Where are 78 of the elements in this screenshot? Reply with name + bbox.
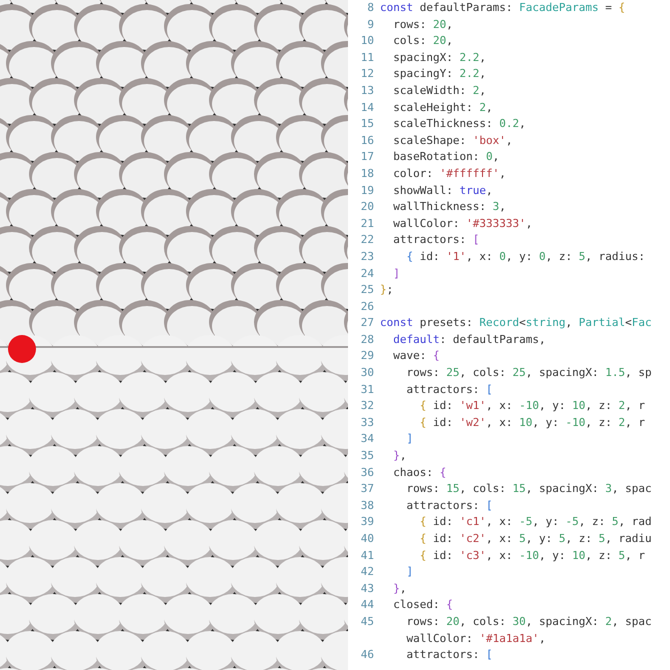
code-line: { id: 'c3', x: -10, y: 10, z: 5, r — [418, 548, 645, 564]
line-number: 13 — [360, 82, 375, 99]
code-line: closed: { — [392, 597, 453, 614]
code-line: attractors: [ — [405, 382, 493, 398]
line-number: 10 — [360, 33, 375, 50]
line-number: 35 — [360, 448, 375, 464]
code-line: showWall: true, — [392, 182, 493, 199]
code-line: baseRotation: 0, — [392, 149, 500, 166]
code-line: rows: 25, cols: 25, spacingX: 1.5, sp — [405, 365, 652, 382]
line-number: 16 — [360, 132, 375, 149]
code-line: { id: '1', x: 0, y: 0, z: 5, radius: — [405, 248, 645, 265]
code-line: attractors: [ — [392, 232, 480, 248]
line-number: 32 — [360, 398, 375, 414]
code-line: scaleThickness: 0.2, — [392, 116, 526, 132]
line-number: 8 — [366, 0, 375, 16]
code-line: scaleWidth: 2, — [392, 82, 486, 99]
line-number: 36 — [360, 464, 375, 481]
line-number: 18 — [360, 166, 375, 182]
line-number: 12 — [360, 66, 375, 82]
line-number: 20 — [360, 199, 375, 216]
code-line: scaleHeight: 2, — [392, 100, 493, 116]
line-number: 9 — [366, 16, 375, 33]
line-number: 44 — [360, 597, 375, 614]
line-number: 23 — [360, 248, 375, 265]
code-line: rows: 20, cols: 30, spacingX: 2, spac — [405, 614, 652, 630]
code-line: cols: 20, — [392, 33, 453, 50]
code-line: wallColor: '#333333', — [392, 216, 532, 232]
line-number: 42 — [360, 564, 375, 580]
code-line: }, — [392, 448, 406, 464]
line-number: 17 — [360, 149, 375, 166]
line-number: 27 — [360, 315, 375, 332]
line-number: 22 — [360, 232, 375, 248]
code-line: const defaultParams: FacadeParams = { — [380, 0, 626, 16]
line-number: 43 — [360, 580, 375, 597]
code-line: scaleShape: 'box', — [392, 132, 512, 149]
code-line: ] — [392, 266, 400, 282]
code-line: wallColor: '#1a1a1a', — [405, 630, 546, 647]
code-line: { id: 'w1', x: -10, y: 10, z: 2, r — [418, 398, 645, 414]
code-line: { id: 'c2', x: 5, y: 5, z: 5, radiu — [418, 531, 652, 547]
code-line: rows: 15, cols: 15, spacingX: 3, spac — [405, 481, 652, 498]
line-number: 31 — [360, 382, 375, 398]
code-line: wallThickness: 3, — [392, 199, 506, 216]
line-number: 45 — [360, 614, 375, 630]
line-number: 24 — [360, 266, 375, 282]
code-line: spacingX: 2.2, — [392, 50, 486, 66]
line-number: 41 — [360, 548, 375, 564]
code-line: ] — [405, 564, 414, 580]
code-line: { id: 'c1', x: -5, y: -5, z: 5, rad — [418, 514, 652, 530]
line-number: 11 — [360, 50, 375, 66]
code-line: ] — [405, 431, 414, 448]
line-number: 14 — [360, 100, 375, 116]
line-number: 29 — [360, 348, 375, 364]
line-number: 25 — [360, 282, 375, 298]
code-line: rows: 20, — [392, 16, 453, 33]
line-number: 37 — [360, 481, 375, 498]
line-number: 26 — [360, 298, 375, 315]
code-line: }, — [392, 580, 406, 597]
line-number: 28 — [360, 332, 375, 348]
line-number: 40 — [360, 531, 375, 547]
line-number: 46 — [360, 647, 375, 664]
code-line: }; — [380, 282, 394, 298]
code-line: color: '#ffffff', — [392, 166, 506, 182]
code-line: attractors: [ — [405, 498, 493, 514]
line-number: 15 — [360, 116, 375, 132]
code-line: default: defaultParams, — [392, 332, 546, 348]
code-line: wave: { — [392, 348, 440, 364]
line-number: 33 — [360, 414, 375, 431]
code-line: const presets: Record<string, Partial<Fac — [380, 315, 652, 332]
line-number: 34 — [360, 431, 375, 448]
line-number: 39 — [360, 514, 375, 530]
line-number: 21 — [360, 216, 375, 232]
line-number: 30 — [360, 365, 375, 382]
code-line: chaos: { — [392, 464, 446, 481]
line-number: 38 — [360, 498, 375, 514]
line-number: 19 — [360, 182, 375, 199]
code-line: spacingY: 2.2, — [392, 66, 486, 82]
code-line: { id: 'w2', x: 10, y: -10, z: 2, r — [418, 414, 645, 431]
code-line: attractors: [ — [405, 647, 493, 664]
